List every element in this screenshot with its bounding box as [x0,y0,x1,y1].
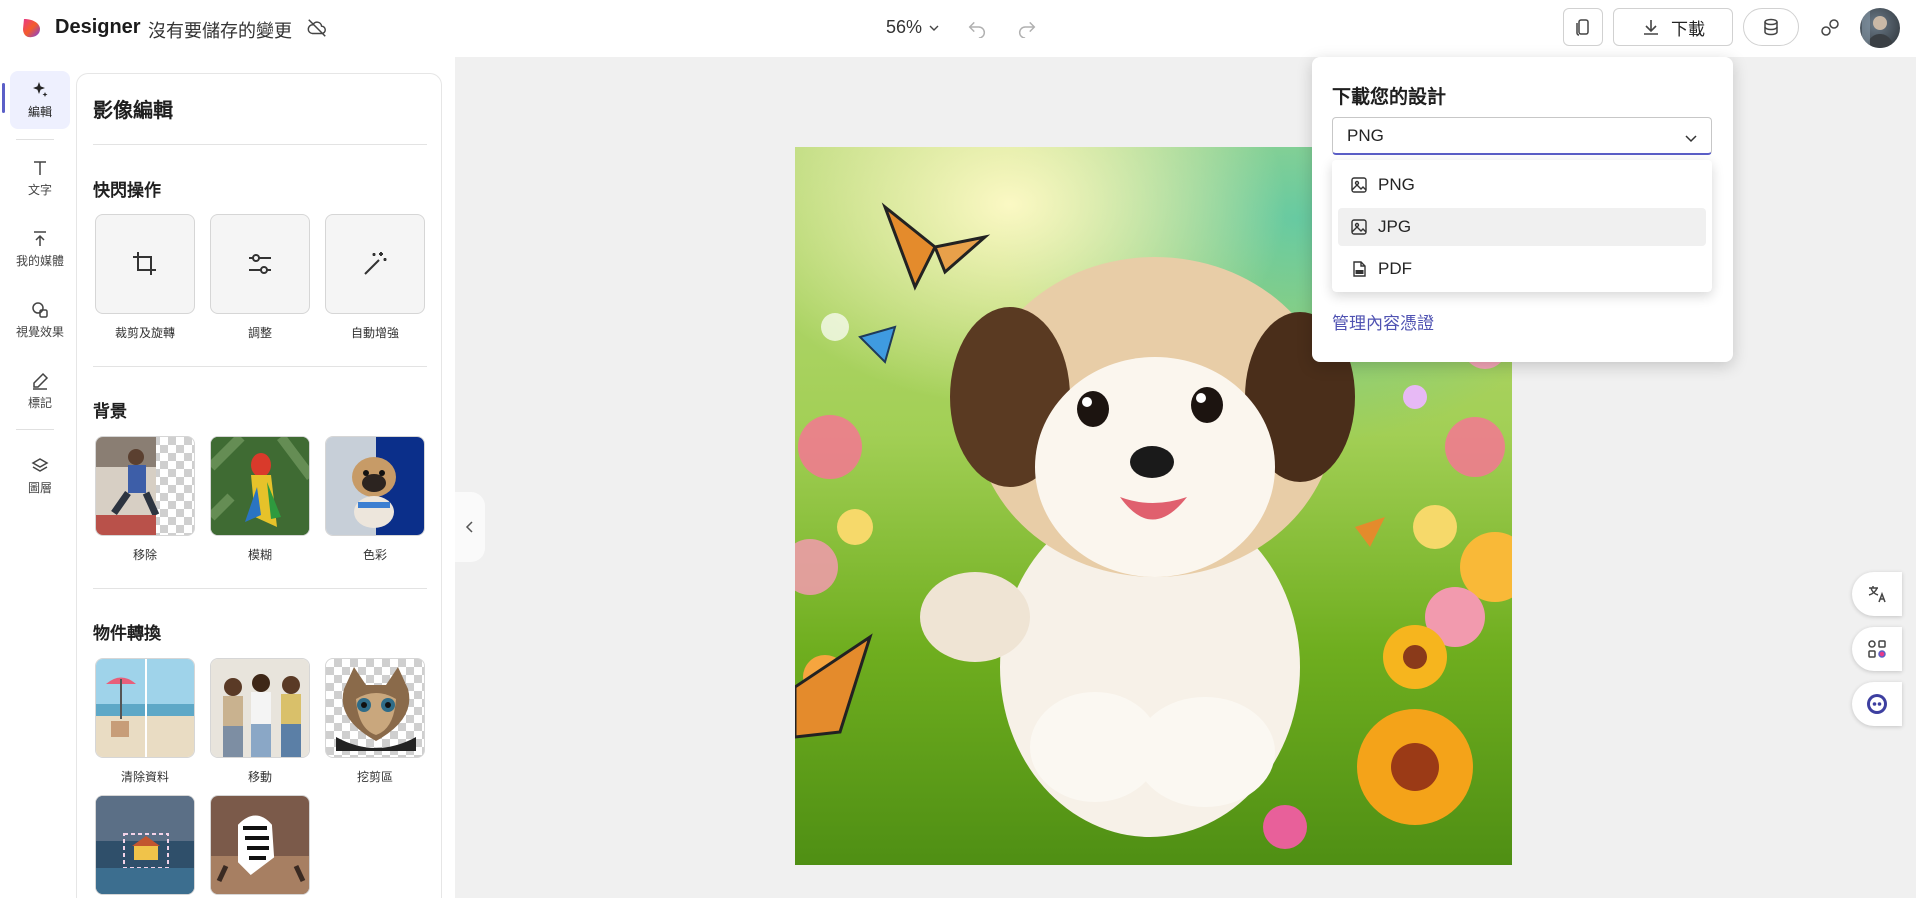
upload-icon [34,231,46,246]
app-name: Designer [55,16,141,38]
cutout-thumbnail[interactable] [325,658,425,758]
rail-label-visuals: 視覺效果 [15,325,64,339]
pages-button[interactable] [1563,8,1603,46]
sparkle-icon [33,82,48,97]
option-jpg[interactable]: JPG [1338,208,1706,246]
storage-button[interactable] [1743,8,1799,46]
chevron-down-icon [929,25,939,31]
zoom-value: 56% [886,17,923,37]
rail-divider [16,139,54,140]
download-icon [1644,20,1658,35]
divider [93,144,427,145]
chevron-down-icon [1685,135,1697,143]
bg-blur-thumbnail[interactable] [210,436,310,536]
section-heading-quick-actions: 快閃操作 [93,181,161,200]
save-status: 沒有要儲存的變更 [148,21,292,41]
option-png[interactable]: PNG [1338,166,1706,204]
pen-icon [33,372,49,390]
crop-rotate-label: 裁剪及旋轉 [114,326,175,340]
avatar[interactable] [1860,8,1900,48]
erase-thumbnail[interactable] [95,658,195,758]
rail-item-media[interactable]: 我的媒體 [10,220,70,278]
bg-blur-label: 模糊 [247,548,272,562]
apps-button[interactable] [1852,627,1902,671]
option-label: JPG [1378,217,1412,236]
adjust-label: 調整 [247,326,272,340]
layers-icon [31,458,49,472]
left-rail: 編輯 文字 我的媒體 視覺效果 標記 圖層 [0,57,75,898]
panel-title: 影像編輯 [93,100,173,122]
option-label: PNG [1378,175,1415,194]
divider [93,588,427,589]
bg-color-thumbnail[interactable] [325,436,425,536]
rail-item-edit[interactable]: 編輯 [10,71,70,129]
image-file-icon [1351,177,1367,193]
translate-icon [1868,586,1886,603]
share-people-icon[interactable] [1818,16,1842,40]
bg-remove-label: 移除 [132,548,157,562]
file-type-select[interactable]: PNG [1332,117,1712,155]
sliders-icon [249,254,271,274]
page-copy-icon [1576,19,1589,36]
crop-rotate-button[interactable] [95,214,195,314]
top-bar: Designer 沒有要儲存的變更 56% 下載 [0,0,1916,57]
selected-format: PNG [1347,125,1384,145]
download-button[interactable]: 下載 [1613,8,1733,46]
cutout-label: 挖剪區 [356,770,393,784]
cloud-off-icon [307,19,326,37]
auto-enhance-label: 自動增強 [350,326,399,340]
rail-item-layers[interactable]: 圖層 [10,447,70,505]
section-heading-background: 背景 [93,402,127,421]
zoom-dropdown[interactable]: 56% [886,17,940,38]
redo-icon[interactable] [1016,16,1038,38]
collapse-panel-button[interactable] [455,492,485,562]
apps-icon [1868,640,1886,658]
generative-fill-thumbnail[interactable] [95,795,195,895]
magic-wand-icon [364,252,387,275]
section-heading-object-transform: 物件轉換 [93,624,161,643]
rail-label-markup: 標記 [27,396,52,410]
rail-label-text: 文字 [27,183,52,197]
rail-item-visuals[interactable]: 視覺效果 [10,291,70,349]
adjust-button[interactable] [210,214,310,314]
move-label: 移動 [247,770,272,784]
designer-logo-icon [23,19,40,38]
rail-item-text[interactable]: 文字 [10,149,70,207]
download-label: 下載 [1671,19,1705,39]
option-label: PDF [1378,259,1412,278]
bg-color-label: 色彩 [362,548,387,562]
erase-label: 清除資料 [120,770,169,784]
active-indicator [2,83,5,113]
image-edit-panel: 影像編輯 快閃操作 裁剪及旋轉 調整 自動增強 背景 移除 模糊 色彩 物件轉換… [76,73,442,898]
rail-item-markup[interactable]: 標記 [10,362,70,420]
popover-title: 下載您的設計 [1332,87,1447,108]
image-file-icon [1351,219,1367,235]
sticker-thumbnail[interactable] [210,795,310,895]
copilot-button[interactable] [1852,682,1902,726]
option-pdf[interactable]: PDF [1338,250,1706,288]
rail-label-media: 我的媒體 [15,254,64,268]
bg-remove-thumbnail[interactable] [95,436,195,536]
database-icon [1764,18,1778,36]
divider [93,366,427,367]
rail-label-edit: 編輯 [27,105,52,119]
pdf-file-icon [1353,261,1366,277]
copilot-icon [1867,694,1887,714]
auto-enhance-button[interactable] [325,214,425,314]
undo-icon[interactable] [966,16,988,38]
crop-icon [133,252,156,275]
text-icon [34,161,46,175]
shapes-icon [32,302,48,318]
translate-button[interactable] [1852,572,1902,616]
rail-divider [16,429,54,430]
rail-label-layers: 圖層 [27,481,52,495]
manage-credentials-link[interactable]: 管理內容憑證 [1332,309,1434,334]
move-thumbnail[interactable] [210,658,310,758]
chevron-left-icon [465,521,473,533]
file-type-listbox: PNG JPG PDF [1332,160,1712,292]
